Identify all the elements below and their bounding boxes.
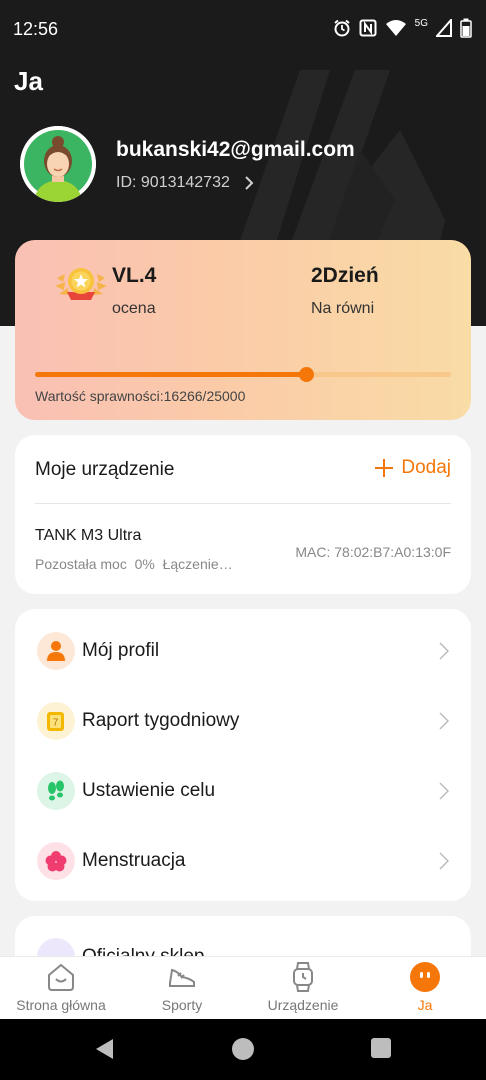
- device-mac: MAC: 78:02:B7:A0:13:0F: [295, 544, 451, 560]
- chevron-right-icon: [439, 712, 449, 730]
- tab-label: Strona główna: [16, 997, 106, 1013]
- plus-icon: [375, 459, 394, 477]
- signal-icon: [436, 19, 452, 37]
- page-title: Ja: [14, 66, 43, 96]
- device-card: Moje urządzenie Dodaj TANK M3 Ultra Pozo…: [15, 435, 471, 594]
- alarm-icon: [334, 19, 350, 37]
- fitness-value-text: Wartość sprawności:16266/25000: [35, 388, 246, 404]
- menu-card: Mój profil 7 Raport tygodniowy Ustawieni…: [15, 609, 471, 901]
- device-name: TANK M3 Ultra: [35, 527, 142, 544]
- tab-home[interactable]: Strona główna: [0, 957, 122, 1020]
- add-device-button[interactable]: Dodaj: [374, 457, 451, 479]
- status-icons: 5G: [333, 18, 472, 38]
- tab-me[interactable]: Ja: [364, 957, 486, 1020]
- home-icon: [48, 963, 74, 991]
- tab-device[interactable]: Urządzenie: [242, 957, 364, 1020]
- user-email[interactable]: bukanski42@gmail.com: [116, 138, 355, 162]
- chevron-right-icon: [439, 852, 449, 870]
- tab-label: Urządzenie: [267, 997, 339, 1013]
- chevron-right-icon: [439, 782, 449, 800]
- watch-icon: [293, 962, 313, 992]
- menu-item-my-profile[interactable]: Mój profil: [15, 616, 471, 686]
- device-status: Pozostała moc 0% Łączenie…: [35, 556, 233, 572]
- status-bar: 12:56 5G: [0, 0, 486, 58]
- menu-item-label: Raport tygodniowy: [82, 710, 240, 731]
- days-value: 2Dzień: [311, 264, 379, 287]
- user-id-row[interactable]: ID: 9013142732: [116, 174, 254, 192]
- tab-label: Sporty: [161, 997, 203, 1013]
- battery-icon: [460, 18, 472, 38]
- wifi-icon: [385, 20, 406, 36]
- network-type: 5G: [414, 17, 428, 29]
- chevron-right-icon: [245, 176, 254, 190]
- device-section-title: Moje urządzenie: [35, 459, 175, 480]
- chevron-right-icon: [439, 642, 449, 660]
- calendar-icon: 7: [37, 702, 75, 740]
- status-time: 12:56: [13, 19, 59, 39]
- person-icon: [37, 632, 75, 670]
- flower-icon: [37, 842, 75, 880]
- level-value: VL.4: [112, 264, 157, 287]
- bottom-tab-bar: Strona główna Sporty Urządzenie Ja: [0, 956, 486, 1019]
- days-label: Na równi: [311, 300, 375, 317]
- fitness-progress-fill: [35, 372, 306, 377]
- footsteps-icon: [37, 772, 75, 810]
- system-navigation-bar: [0, 1019, 486, 1080]
- shoe-icon: [169, 968, 195, 987]
- fitness-progress-knob: [298, 367, 314, 382]
- tab-sports[interactable]: Sporty: [122, 957, 242, 1020]
- svg-text:7: 7: [53, 718, 59, 729]
- user-id: ID: 9013142732: [116, 174, 230, 191]
- back-icon[interactable]: [93, 1037, 117, 1061]
- avatar[interactable]: [20, 126, 96, 202]
- menu-item-weekly-report[interactable]: 7 Raport tygodniowy: [15, 686, 471, 756]
- menu-item-label: Mój profil: [82, 640, 160, 661]
- avatar-image: [20, 126, 96, 202]
- me-icon: [410, 962, 440, 992]
- menu-item-goal-setting[interactable]: Ustawienie celu: [15, 756, 471, 826]
- menu-item-label: Menstruacja: [82, 850, 186, 871]
- add-device-label: Dodaj: [401, 457, 451, 478]
- level-label: ocena: [112, 300, 156, 317]
- nfc-icon: [359, 19, 377, 37]
- recents-icon[interactable]: [370, 1037, 392, 1059]
- tab-label: Ja: [417, 997, 433, 1013]
- menu-item-menstruation[interactable]: Menstruacja: [15, 826, 471, 896]
- fitness-progress-bar: [35, 367, 451, 382]
- divider: [35, 503, 451, 504]
- home-button-icon[interactable]: [231, 1037, 255, 1061]
- level-card[interactable]: VL.4 ocena 2Dzień Na równi Wartość spraw…: [15, 240, 471, 420]
- menu-item-label: Ustawienie celu: [82, 780, 216, 801]
- medal-icon: [55, 268, 107, 300]
